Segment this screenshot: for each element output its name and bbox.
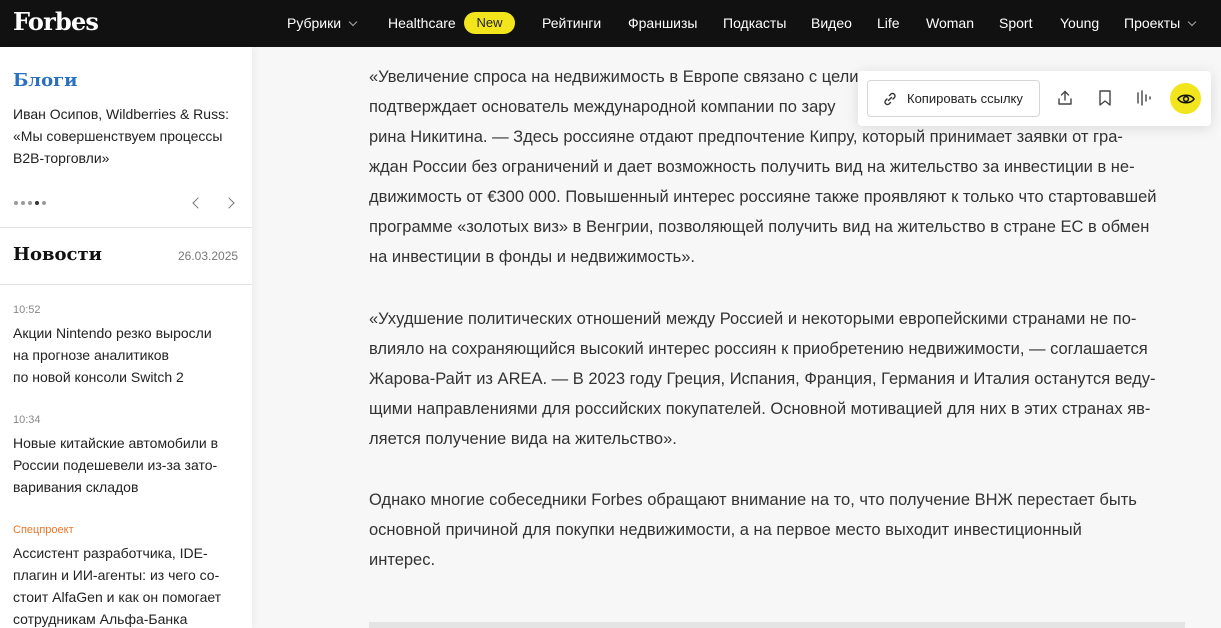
carousel-dots (14, 201, 46, 207)
divider (0, 227, 252, 228)
nav-projects-label: Проекты (1124, 15, 1181, 31)
news-line: сотрудникам Альфа-Банка (13, 611, 188, 627)
paragraph-line: программе «золотых виз» в Венгрии, позво… (369, 218, 1150, 236)
blogs-title[interactable]: Блоги (13, 70, 77, 91)
nav-rubrics-label: Рубрики (287, 15, 342, 31)
forbes-logo[interactable]: Forbes (13, 7, 99, 36)
news-line: Ассистент разработчика, IDE- (13, 545, 208, 561)
news-date: 26.03.2025 (178, 249, 239, 263)
divider (0, 284, 252, 285)
nav-woman[interactable]: Woman (926, 0, 974, 47)
link-icon (882, 91, 898, 107)
paragraph-line: рина Никитина. — Здесь россияне отдают п… (369, 128, 1123, 146)
nav-video[interactable]: Видео (811, 0, 852, 47)
eye-icon[interactable] (1170, 83, 1201, 114)
paragraph-line: «Ухудшение политических отношений между … (369, 310, 1137, 328)
chevron-right-icon[interactable] (223, 197, 235, 209)
embedded-block-edge (369, 622, 1185, 628)
article-paragraph: «Ухудшение политических отношений между … (369, 304, 1156, 454)
nav-franchises[interactable]: Франшизы (628, 0, 697, 47)
news-time: 10:52 (13, 304, 41, 316)
audio-icon[interactable] (1133, 86, 1157, 110)
carousel-dot[interactable] (28, 201, 32, 205)
blog-post-line: Иван Осипов, Wildberries & Russ: (13, 106, 229, 122)
blog-post-link[interactable]: Иван Осипов, Wildberries & Russ: «Мы сов… (13, 103, 238, 169)
nav-life[interactable]: Life (877, 0, 900, 47)
nav-podcasts[interactable]: Подкасты (723, 0, 786, 47)
paragraph-line: ждан России без ограничений и дает возмо… (369, 158, 1135, 176)
news-time: 10:34 (13, 414, 41, 426)
article-paragraph: Однако многие собеседники Forbes обращаю… (369, 485, 1137, 575)
nav-young[interactable]: Young (1060, 0, 1099, 47)
paragraph-line: Однако многие собеседники Forbes обращаю… (369, 491, 1137, 509)
nav-sport[interactable]: Sport (999, 0, 1032, 47)
nav-projects[interactable]: Проекты (1124, 0, 1197, 47)
nav-healthcare[interactable]: Healthcare (388, 0, 456, 47)
paragraph-line: влияло на сохраняющийся высокий интерес … (369, 340, 1148, 358)
bookmark-icon[interactable] (1093, 86, 1117, 110)
news-line: плагин и ИИ-агенты: из чего со- (13, 567, 220, 583)
paragraph-line: движимость от €300 000. Повышенный интер… (369, 188, 1157, 206)
news-line: Акции Nintendo резко выросли (13, 325, 212, 341)
paragraph-line: интерес. (369, 551, 436, 569)
news-line: на прогнозе аналитиков (13, 347, 169, 363)
sidebar: Блоги Иван Осипов, Wildberries & Russ: «… (0, 47, 252, 628)
share-icon[interactable] (1053, 86, 1077, 110)
paragraph-line: на инвестиции в фонды и недвижимость». (369, 248, 696, 266)
share-toolbar: Копировать ссылку (858, 71, 1211, 126)
news-line: стоит AlfaGen и как он помогает (13, 589, 222, 605)
top-navigation: Forbes Рубрики Healthcare New Рейтинги Ф… (0, 0, 1221, 47)
news-line: варивания складов (13, 479, 139, 495)
news-line: России подешевели из-за зато- (13, 457, 218, 473)
chevron-down-icon (348, 17, 358, 27)
carousel-dot-active[interactable] (35, 201, 39, 205)
paragraph-line: ляется получение вида на жительство». (369, 430, 677, 448)
chevron-down-icon (1187, 17, 1197, 27)
chevron-left-icon[interactable] (192, 197, 204, 209)
paragraph-line: основной причиной для покупки недвижимос… (369, 521, 1082, 539)
paragraph-line: Жарова-Райт из AREA. — В 2023 году Греци… (369, 370, 1156, 388)
news-item-link[interactable]: Акции Nintendo резко выросли на прогнозе… (13, 322, 212, 388)
news-item-link[interactable]: Новые китайские автомобили в России поде… (13, 432, 218, 498)
nav-rubrics[interactable]: Рубрики (287, 0, 358, 47)
news-item-link[interactable]: Ассистент разработчика, IDE- плагин и ИИ… (13, 542, 221, 628)
news-line: по новой консоли Switch 2 (13, 369, 184, 385)
blog-post-line: B2B-торговли» (13, 150, 110, 166)
carousel-dot[interactable] (21, 201, 25, 205)
news-title[interactable]: Новости (13, 244, 102, 265)
news-line: Новые китайские автомобили в (13, 435, 219, 451)
copy-link-button[interactable]: Копировать ссылку (867, 80, 1040, 117)
carousel-dot[interactable] (42, 201, 46, 205)
paragraph-line: щими направлениями для российских покупа… (369, 400, 1151, 418)
copy-link-label: Копировать ссылку (907, 91, 1023, 106)
blog-post-line: «Мы совершенствуем процессы (13, 128, 223, 144)
nav-ratings[interactable]: Рейтинги (542, 0, 601, 47)
carousel-dot[interactable] (14, 201, 18, 205)
new-badge: New (464, 12, 515, 34)
special-project-label: Спецпроект (13, 524, 74, 536)
